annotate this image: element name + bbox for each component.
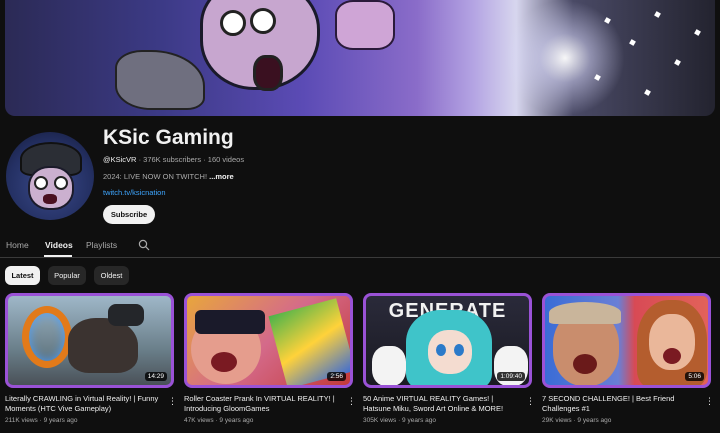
upload-age: 9 years ago	[402, 417, 437, 424]
view-count: 29K views	[542, 417, 572, 424]
channel-name: KSic Gaming	[103, 126, 234, 149]
banner-eye-art	[250, 8, 276, 34]
video-duration: 1:09:40	[497, 372, 525, 381]
thumbnail-art	[211, 352, 237, 372]
active-tab-indicator	[44, 255, 72, 257]
banner-shard	[694, 29, 701, 36]
thumbnail-art	[454, 344, 464, 356]
thumbnail-art	[22, 306, 72, 368]
video-title[interactable]: 50 Anime VIRTUAL REALITY Games! | Hatsun…	[363, 394, 518, 414]
video-thumbnail[interactable]: 2:56	[184, 293, 353, 388]
banner-shard	[629, 39, 636, 46]
thumbnail-art	[372, 346, 406, 385]
channel-banner	[5, 0, 715, 116]
banner-shard	[674, 59, 681, 66]
channel-meta: @KSicVR · 376K subscribers · 160 videos	[103, 155, 244, 164]
channel-handle: @KSicVR	[103, 155, 137, 164]
thumbnail-art	[195, 310, 265, 334]
video-title[interactable]: Literally CRAWLING in Virtual Reality! |…	[5, 394, 160, 414]
banner-mouth-art	[253, 55, 283, 91]
video-title[interactable]: Roller Coaster Prank In VIRTUAL REALITY!…	[184, 394, 339, 414]
video-stats: 29K views · 9 years ago	[542, 417, 711, 424]
video-thumbnail[interactable]: 5:06	[542, 293, 711, 388]
banner-shard	[644, 89, 651, 96]
channel-link[interactable]: twitch.tv/ksicnation	[103, 188, 166, 197]
video-card[interactable]: 2:56 Roller Coaster Prank In VIRTUAL REA…	[184, 293, 356, 424]
channel-tabs: Home Videos Playlists	[0, 234, 720, 258]
view-count: 47K views	[184, 417, 214, 424]
video-title[interactable]: 7 SECOND CHALLENGE! | Best Friend Challe…	[542, 394, 697, 414]
video-thumbnail[interactable]: 14:29	[5, 293, 174, 388]
video-duration: 14:29	[144, 372, 167, 381]
chip-latest[interactable]: Latest	[5, 266, 40, 285]
upload-age: 9 years ago	[577, 417, 612, 424]
banner-eye-art	[220, 10, 246, 36]
thumbnail-art	[68, 318, 138, 373]
description-text: 2024: LIVE NOW ON TWITCH!	[103, 172, 210, 181]
more-link[interactable]: ...more	[209, 172, 234, 181]
avatar-eye-art	[34, 176, 48, 190]
tab-videos[interactable]: Videos	[45, 240, 73, 250]
video-stats: 305K views · 9 years ago	[363, 417, 532, 424]
search-icon[interactable]	[138, 239, 150, 251]
upload-age: 9 years ago	[219, 417, 254, 424]
avatar-eye-art	[54, 176, 68, 190]
thumbnail-art	[108, 304, 144, 326]
thumbnail-art	[428, 330, 472, 374]
video-stats: 47K views · 9 years ago	[184, 417, 353, 424]
banner-shard	[654, 11, 661, 18]
channel-avatar[interactable]	[6, 132, 94, 220]
view-count: 305K views	[363, 417, 397, 424]
thumbnail-art	[436, 344, 446, 356]
subscribe-button[interactable]: Subscribe	[103, 205, 155, 224]
video-duration: 2:56	[327, 372, 346, 381]
banner-hand-art	[335, 0, 395, 50]
thumbnail-art	[549, 302, 621, 324]
more-vert-icon[interactable]: ⋮	[168, 395, 177, 407]
video-card[interactable]: 5:06 7 SECOND CHALLENGE! | Best Friend C…	[542, 293, 714, 424]
upload-age: 9 years ago	[43, 417, 78, 424]
thumbnail-art	[573, 354, 597, 374]
tab-playlists[interactable]: Playlists	[86, 240, 117, 250]
video-card[interactable]: 14:29 Literally CRAWLING in Virtual Real…	[5, 293, 177, 424]
more-vert-icon[interactable]: ⋮	[526, 395, 535, 407]
avatar-mouth-art	[43, 194, 57, 204]
video-stats: 211K views · 9 years ago	[5, 417, 174, 424]
view-count: 211K views	[5, 417, 38, 424]
subscriber-count: 376K subscribers	[143, 155, 202, 164]
banner-armor-art	[115, 50, 205, 110]
video-duration: 5:06	[685, 372, 704, 381]
thumbnail-art	[663, 348, 681, 364]
video-card[interactable]: GENERATE 1:09:40 50 Anime VIRTUAL REALIT…	[363, 293, 535, 424]
chip-popular[interactable]: Popular	[48, 266, 86, 285]
tab-home[interactable]: Home	[6, 240, 29, 250]
video-count: 160 videos	[207, 155, 245, 164]
more-vert-icon[interactable]: ⋮	[705, 395, 714, 407]
chip-oldest[interactable]: Oldest	[94, 266, 129, 285]
more-vert-icon[interactable]: ⋮	[347, 395, 356, 407]
video-thumbnail[interactable]: GENERATE 1:09:40	[363, 293, 532, 388]
channel-description[interactable]: 2024: LIVE NOW ON TWITCH! ...more	[103, 172, 234, 181]
